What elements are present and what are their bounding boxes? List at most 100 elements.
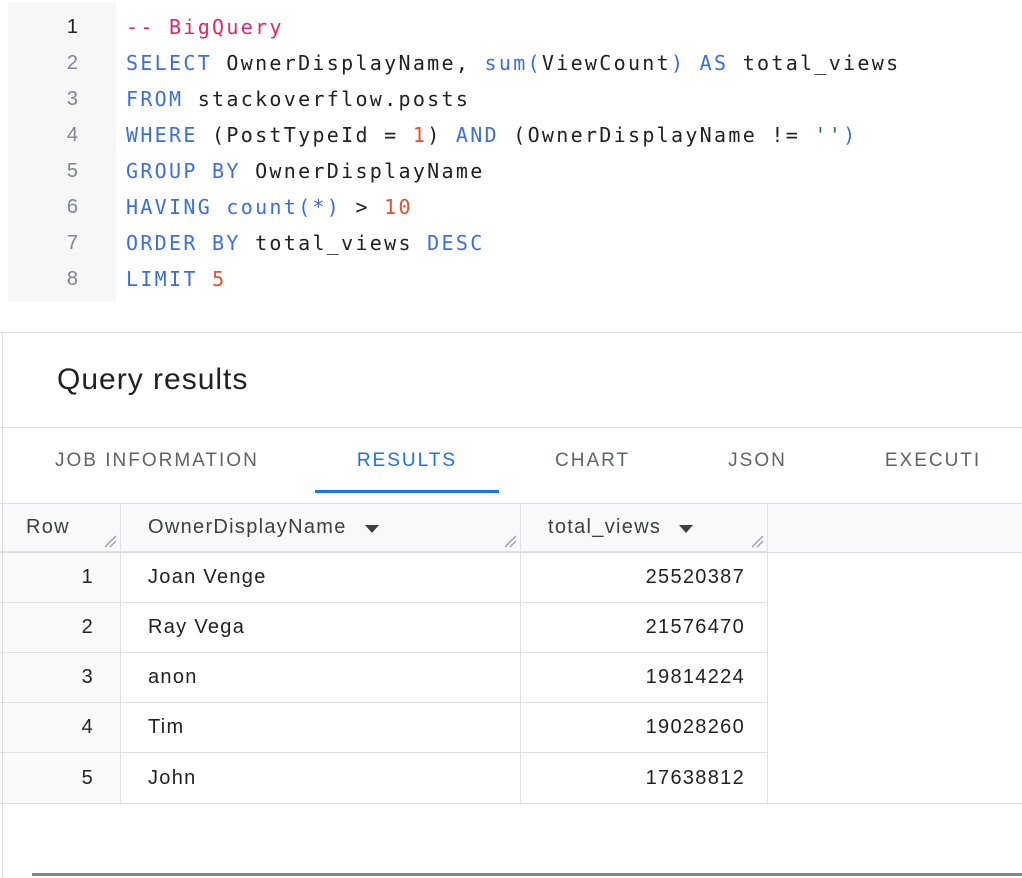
- table-row: 4Tim19028260: [0, 703, 1022, 753]
- line-number: 3: [8, 81, 78, 117]
- code-line[interactable]: FROM stackoverflow.posts: [126, 81, 1022, 117]
- owner-display-name-cell: Tim: [121, 703, 521, 753]
- column-header-ownerdisplayname-label: OwnerDisplayName: [148, 516, 347, 539]
- owner-display-name-cell: John: [121, 753, 521, 803]
- code-line[interactable]: SELECT OwnerDisplayName, sum(ViewCount) …: [126, 45, 1022, 81]
- results-tab-bar: JOB INFORMATIONRESULTSCHARTJSONEXECUTI: [0, 428, 1022, 493]
- column-header-ownerdisplayname[interactable]: OwnerDisplayName: [121, 504, 521, 552]
- column-resize-handle[interactable]: [503, 534, 517, 548]
- column-header-filler: [768, 504, 1022, 552]
- code-token-keyword: ): [671, 51, 685, 75]
- bigquery-results-panel: 12345678 -- BigQuerySELECT OwnerDisplayN…: [0, 0, 1022, 878]
- horizontal-scrollbar[interactable]: [32, 873, 1022, 876]
- code-token-keyword: SELECT: [126, 51, 212, 75]
- code-line[interactable]: HAVING count(*) > 10: [126, 189, 1022, 225]
- row-index-cell: 3: [0, 653, 121, 703]
- code-token-plain: stackoverflow.posts: [183, 87, 470, 111]
- editor-gutter: 12345678: [8, 2, 116, 302]
- column-header-total-views-label: total_views: [548, 516, 661, 539]
- code-token-keyword: ORDER BY: [126, 231, 241, 255]
- owner-display-name-cell: Joan Venge: [121, 553, 521, 603]
- query-results-title: Query results: [57, 363, 248, 397]
- column-header-row: Row: [0, 504, 121, 552]
- results-table: Row OwnerDisplayName total_views: [0, 503, 1022, 804]
- code-token-plain: OwnerDisplayName,: [212, 51, 484, 75]
- column-header-row-label: Row: [26, 516, 70, 539]
- code-token-plain: [198, 267, 212, 291]
- column-resize-handle[interactable]: [750, 534, 764, 548]
- code-token-string: '': [814, 123, 843, 147]
- line-number: 4: [8, 117, 78, 153]
- line-number: 5: [8, 153, 78, 189]
- code-token-keyword: count(*): [226, 195, 341, 219]
- code-line[interactable]: -- BigQuery: [126, 9, 1022, 45]
- code-token-plain: [212, 195, 226, 219]
- filler-cell: [768, 603, 1022, 653]
- results-table-body: 1Joan Venge255203872Ray Vega215764703ano…: [0, 553, 1022, 803]
- row-index-cell: 2: [0, 603, 121, 653]
- results-table-header: Row OwnerDisplayName total_views: [0, 503, 1022, 553]
- code-line[interactable]: GROUP BY OwnerDisplayName: [126, 153, 1022, 189]
- resize-grip-icon: [103, 534, 117, 548]
- table-row: 5John17638812: [0, 753, 1022, 803]
- editor-code-area[interactable]: -- BigQuery SELECT OwnerDisplayName, sum(…: [116, 2, 1022, 297]
- tab-json[interactable]: JSON: [686, 428, 829, 493]
- line-number: 1: [8, 9, 78, 45]
- code-token-plain: (OwnerDisplayName !=: [499, 123, 815, 147]
- code-token-comment: -- BigQuery: [126, 15, 284, 39]
- code-token-plain: ViewCount: [542, 51, 671, 75]
- code-token-plain: [685, 51, 699, 75]
- tab-executi[interactable]: EXECUTI: [843, 428, 1022, 493]
- column-header-total-views[interactable]: total_views: [521, 504, 768, 552]
- code-token-plain: total_views: [241, 231, 427, 255]
- column-resize-handle[interactable]: [103, 534, 117, 548]
- code-token-keyword: DESC: [427, 231, 484, 255]
- filler-cell: [768, 653, 1022, 703]
- column-dropdown-icon[interactable]: [365, 525, 379, 533]
- code-token-keyword: AND: [456, 123, 499, 147]
- code-token-plain: total_views: [728, 51, 900, 75]
- code-token-plain: ): [427, 123, 456, 147]
- filler-cell: [768, 753, 1022, 803]
- line-number: 8: [8, 261, 78, 297]
- total-views-cell: 17638812: [521, 753, 768, 803]
- code-token-keyword: LIMIT: [126, 267, 198, 291]
- table-row: 1Joan Venge25520387: [0, 553, 1022, 603]
- total-views-cell: 25520387: [521, 553, 768, 603]
- column-dropdown-icon[interactable]: [679, 525, 693, 533]
- line-number: 7: [8, 225, 78, 261]
- code-token-keyword: GROUP BY: [126, 159, 241, 183]
- table-row: 3anon19814224: [0, 653, 1022, 703]
- tab-chart[interactable]: CHART: [513, 428, 672, 493]
- code-token-keyword: FROM: [126, 87, 183, 111]
- owner-display-name-cell: Ray Vega: [121, 603, 521, 653]
- row-index-cell: 4: [0, 703, 121, 753]
- code-token-number: 1: [413, 123, 427, 147]
- total-views-cell: 19028260: [521, 703, 768, 753]
- total-views-cell: 19814224: [521, 653, 768, 703]
- resize-grip-icon: [503, 534, 517, 548]
- code-token-number: 5: [212, 267, 226, 291]
- code-token-keyword: WHERE: [126, 123, 198, 147]
- filler-cell: [768, 703, 1022, 753]
- code-token-keyword: AS: [700, 51, 729, 75]
- code-line[interactable]: ORDER BY total_views DESC: [126, 225, 1022, 261]
- code-line[interactable]: LIMIT 5: [126, 261, 1022, 297]
- owner-display-name-cell: anon: [121, 653, 521, 703]
- sql-editor[interactable]: 12345678 -- BigQuerySELECT OwnerDisplayN…: [0, 0, 1022, 333]
- resize-grip-icon: [750, 534, 764, 548]
- code-line[interactable]: WHERE (PostTypeId = 1) AND (OwnerDisplay…: [126, 117, 1022, 153]
- tab-job-information[interactable]: JOB INFORMATION: [13, 428, 301, 493]
- table-row: 2Ray Vega21576470: [0, 603, 1022, 653]
- code-token-number: 10: [384, 195, 413, 219]
- code-token-plain: (PostTypeId =: [198, 123, 413, 147]
- query-results-header: Query results: [0, 333, 1022, 428]
- line-number: 2: [8, 45, 78, 81]
- tab-results[interactable]: RESULTS: [315, 428, 499, 493]
- filler-cell: [768, 553, 1022, 603]
- code-token-plain: OwnerDisplayName: [241, 159, 485, 183]
- row-index-cell: 1: [0, 553, 121, 603]
- code-token-keyword: HAVING: [126, 195, 212, 219]
- code-token-keyword: ): [843, 123, 857, 147]
- line-number: 6: [8, 189, 78, 225]
